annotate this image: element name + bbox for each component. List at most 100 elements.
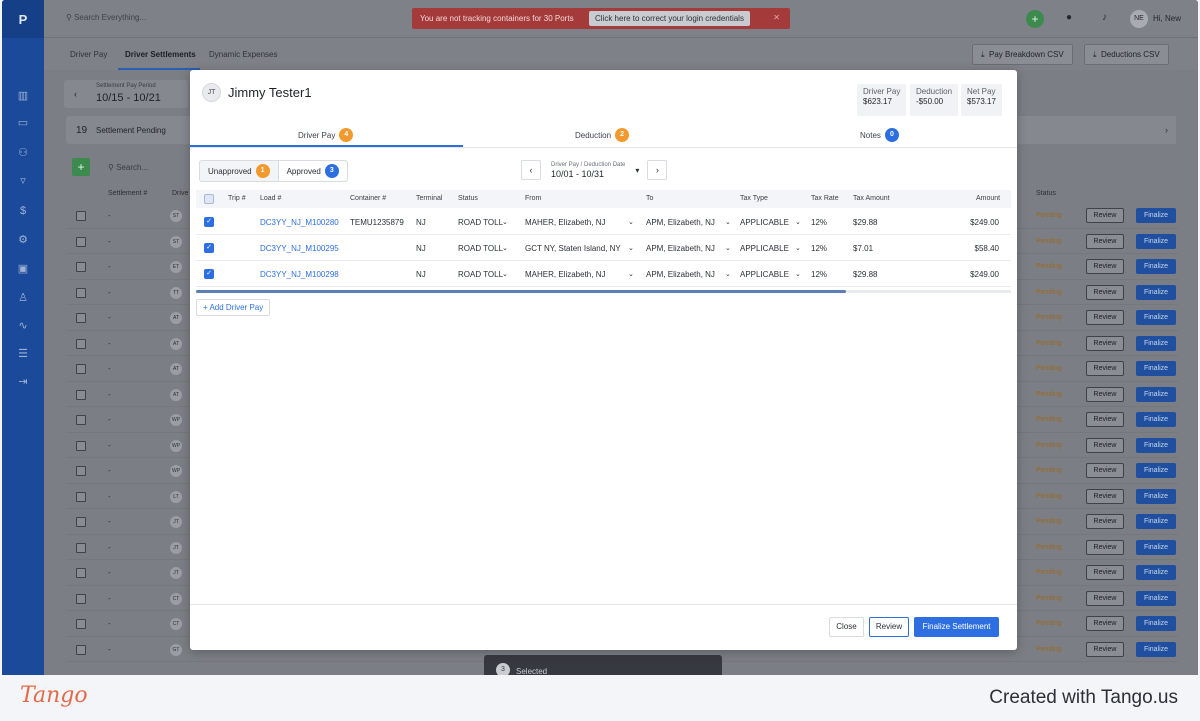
row-checkbox[interactable] bbox=[76, 593, 86, 604]
from-select[interactable]: GCT NY, Staten Island, NY bbox=[525, 244, 621, 253]
close-icon[interactable]: ✕ bbox=[773, 13, 780, 22]
tab-driver-settlements[interactable]: Driver Settlements bbox=[125, 50, 196, 59]
table-row[interactable]: ✓ DC3YY_NJ_M100280 TEMU1235879 NJ ROAD TOLL M… bbox=[196, 209, 1011, 235]
status-select[interactable]: ROAD TOLL bbox=[458, 244, 503, 253]
row-checkbox[interactable] bbox=[76, 364, 86, 374]
finalize-button[interactable]: Finalize bbox=[1136, 310, 1176, 325]
chevron-right-icon[interactable]: › bbox=[1165, 125, 1168, 135]
row-checkbox[interactable] bbox=[76, 211, 86, 221]
finalize-button[interactable]: Finalize bbox=[1136, 590, 1176, 606]
global-search[interactable]: ⚲ Search Everything... bbox=[66, 13, 146, 22]
finalize-button[interactable]: Finalize bbox=[1136, 616, 1176, 631]
load-link[interactable]: DC3YY_NJ_M100295 bbox=[260, 244, 339, 253]
row-checkbox[interactable] bbox=[76, 644, 86, 655]
logout-icon[interactable]: ⇥ bbox=[15, 374, 31, 390]
review-button[interactable]: Review bbox=[1086, 208, 1124, 223]
review-button[interactable]: Review bbox=[1086, 641, 1124, 657]
row-checkbox[interactable] bbox=[76, 262, 86, 272]
bell-icon[interactable]: ♪ bbox=[1102, 12, 1107, 23]
settlement-period-picker[interactable]: ‹ Settlement Pay Period 10/15 - 10/21 bbox=[64, 80, 188, 108]
finalize-button[interactable]: Finalize bbox=[1136, 514, 1176, 529]
cup-icon[interactable]: ▿ bbox=[15, 173, 31, 189]
users-icon[interactable]: ⚇ bbox=[15, 145, 31, 161]
chevron-down-icon[interactable]: ⌄ bbox=[628, 270, 634, 278]
correct-credentials-button[interactable]: Click here to correct your login credent… bbox=[589, 11, 750, 26]
chevron-right-icon[interactable]: › bbox=[647, 160, 668, 180]
chevron-down-icon[interactable]: ⌄ bbox=[795, 270, 801, 278]
review-button[interactable]: Review bbox=[1086, 590, 1124, 606]
chevron-down-icon[interactable]: ⌄ bbox=[502, 218, 508, 226]
deductions-csv-button[interactable]: ⤓ Deductions CSV bbox=[1084, 44, 1169, 65]
review-button[interactable]: Review bbox=[1086, 437, 1124, 453]
to-select[interactable]: APM, Elizabeth, NJ bbox=[646, 218, 715, 227]
grid-icon[interactable]: ▥ bbox=[15, 88, 31, 104]
to-select[interactable]: APM, Elizabeth, NJ bbox=[646, 244, 715, 253]
row-checkbox[interactable] bbox=[76, 389, 86, 400]
tab-notes[interactable]: Notes 0 bbox=[860, 128, 899, 142]
plus-icon[interactable]: + bbox=[1026, 10, 1044, 28]
row-checkbox[interactable]: ✓ bbox=[204, 217, 214, 227]
chevron-down-icon[interactable]: ⌄ bbox=[725, 270, 731, 278]
status-select[interactable]: ROAD TOLL bbox=[458, 218, 503, 227]
review-button[interactable]: Review bbox=[1086, 616, 1124, 631]
chevron-left-icon[interactable]: ‹ bbox=[74, 89, 77, 99]
review-button[interactable]: Review bbox=[1086, 514, 1124, 529]
settlement-pending-card[interactable]: 19 Settlement Pending bbox=[66, 116, 196, 144]
row-checkbox[interactable] bbox=[76, 313, 86, 323]
finalize-button[interactable]: Finalize bbox=[1136, 488, 1176, 504]
load-link[interactable]: DC3YY_NJ_M100298 bbox=[260, 270, 339, 279]
review-button[interactable]: Review bbox=[1086, 488, 1124, 504]
row-checkbox[interactable] bbox=[76, 466, 86, 476]
select-all-checkbox[interactable] bbox=[204, 194, 214, 204]
activity-icon[interactable]: ∿ bbox=[15, 318, 31, 334]
finalize-button[interactable]: Finalize bbox=[1136, 386, 1176, 402]
review-button[interactable]: Review bbox=[1086, 361, 1124, 376]
to-select[interactable]: APM, Elizabeth, NJ bbox=[646, 270, 715, 279]
horizontal-scrollbar[interactable] bbox=[196, 290, 846, 293]
review-button[interactable]: Review bbox=[1086, 284, 1124, 300]
close-button[interactable]: Close bbox=[829, 617, 864, 637]
finalize-button[interactable]: Finalize bbox=[1136, 208, 1176, 223]
tab-deduction[interactable]: Deduction 2 bbox=[575, 128, 630, 142]
row-checkbox[interactable] bbox=[76, 440, 86, 451]
tax-type-select[interactable]: APPLICABLE bbox=[740, 218, 789, 227]
tab-driver-pay[interactable]: Driver Pay 4 bbox=[298, 128, 354, 142]
row-checkbox[interactable]: ✓ bbox=[204, 243, 214, 253]
sliders-icon[interactable]: ☰ bbox=[15, 346, 31, 362]
date-range-picker[interactable]: Driver Pay / Deduction Date 10/01 - 10/3… bbox=[547, 162, 629, 179]
pay-breakdown-csv-button[interactable]: ⤓ Pay Breakdown CSV bbox=[972, 44, 1073, 65]
review-button[interactable]: Review bbox=[1086, 565, 1124, 580]
add-driver-pay-button[interactable]: + Add Driver Pay bbox=[196, 299, 271, 316]
chevron-down-icon[interactable]: ⌄ bbox=[628, 244, 634, 252]
review-button[interactable]: Review bbox=[1086, 386, 1124, 402]
list-search[interactable]: ⚲ Search... bbox=[108, 163, 148, 172]
chevron-left-icon[interactable]: ‹ bbox=[521, 160, 541, 180]
tax-type-select[interactable]: APPLICABLE bbox=[740, 244, 789, 253]
review-button[interactable]: Review bbox=[1086, 412, 1124, 427]
review-button[interactable]: Review bbox=[1086, 233, 1124, 249]
finalize-button[interactable]: Finalize bbox=[1136, 412, 1176, 427]
table-row[interactable]: ✓ DC3YY_NJ_M100295 NJ ROAD TOLL GCT NY, Stat… bbox=[196, 235, 1011, 261]
finalize-button[interactable]: Finalize bbox=[1136, 284, 1176, 300]
chevron-down-icon[interactable]: ⌄ bbox=[502, 270, 508, 278]
chevron-down-icon[interactable]: ⌄ bbox=[725, 218, 731, 226]
review-button[interactable]: Review bbox=[1086, 259, 1124, 274]
row-checkbox[interactable] bbox=[76, 338, 86, 349]
user-greeting[interactable]: Hi, New bbox=[1153, 14, 1181, 23]
finalize-button[interactable]: Finalize bbox=[1136, 233, 1176, 249]
row-checkbox[interactable] bbox=[76, 491, 86, 502]
review-button[interactable]: Review bbox=[1086, 463, 1124, 478]
row-checkbox[interactable] bbox=[76, 517, 86, 527]
chevron-down-icon[interactable]: ⌄ bbox=[502, 244, 508, 252]
chevron-down-icon[interactable]: ⌄ bbox=[628, 218, 634, 226]
table-row[interactable]: ✓ DC3YY_NJ_M100298 NJ ROAD TOLL MAHER, Eliza… bbox=[196, 261, 1011, 287]
settings-icon[interactable]: ⚙ bbox=[15, 232, 31, 248]
truck-icon[interactable]: ▣ bbox=[15, 261, 31, 277]
unapproved-option[interactable]: Unapproved 1 bbox=[200, 161, 278, 181]
caret-down-icon[interactable]: ▾ bbox=[635, 166, 639, 175]
row-checkbox[interactable] bbox=[76, 415, 86, 425]
tab-dynamic-expenses[interactable]: Dynamic Expenses bbox=[209, 50, 277, 59]
finalize-button[interactable]: Finalize bbox=[1136, 335, 1176, 351]
review-button[interactable]: Review bbox=[869, 617, 909, 637]
finalize-button[interactable]: Finalize bbox=[1136, 539, 1176, 555]
